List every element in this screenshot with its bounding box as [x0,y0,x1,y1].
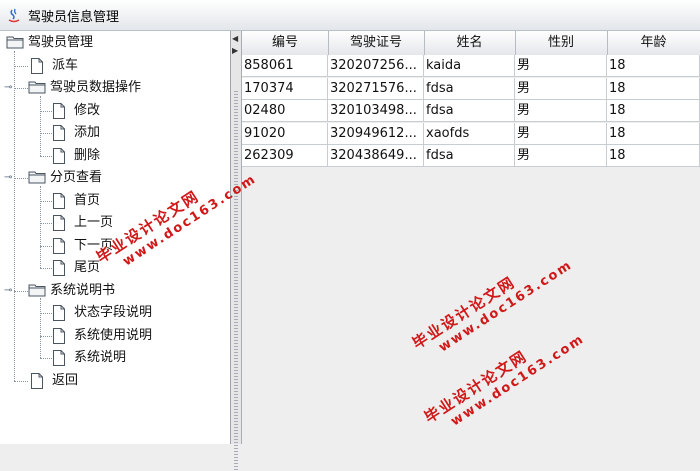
tree-connector-line [40,185,41,268]
document-icon [52,102,66,127]
document-icon [52,237,66,262]
document-icon [52,305,66,329]
tree-connector-line [40,313,52,314]
tree-item-label: 尾页 [74,260,101,275]
table-cell[interactable]: 170374 [242,77,328,100]
table-cell[interactable]: 262309 [242,145,328,167]
tree-item-label: 系统说明 [74,350,127,365]
column-header[interactable]: 编号 [242,31,329,55]
split-pane-divider[interactable]: ◀ ▶ [231,31,242,471]
tree-connector-line [40,133,52,134]
title-bar: 驾驶员信息管理 [0,0,700,31]
tree-item-label: 分页查看 [50,170,103,185]
table-cell[interactable]: 320207256... [328,55,424,77]
tree-connector-line [40,268,52,269]
tree-item-label: 派车 [52,57,79,73]
table-cell[interactable]: 18 [607,55,700,77]
tree-connector-line [14,380,28,382]
table-cell[interactable]: fdsa [424,145,515,167]
table-cell[interactable]: 男 [515,145,607,167]
table-cell[interactable]: 858061 [242,55,328,77]
tree-connector-line [40,223,52,224]
table-row[interactable]: 91020 320949612... xaofds 男 18 [242,122,700,145]
tree-connector-line [40,155,52,157]
table-cell[interactable]: kaida [424,55,515,77]
window-title: 驾驶员信息管理 [28,10,120,25]
table-cell[interactable]: 320103498... [328,100,424,122]
column-header[interactable]: 性别 [515,31,608,55]
table-row[interactable]: 858061 320207256... kaida 男 18 [242,55,700,77]
table-row[interactable]: 170374 320271576... fdsa 男 18 [242,77,700,100]
column-header[interactable]: 驾驶证号 [328,31,425,55]
collapse-left-arrow-icon[interactable]: ◀ [232,35,238,43]
table-cell[interactable]: 18 [607,122,700,145]
table-cell[interactable]: 男 [515,122,607,145]
table-cell[interactable]: 320438649... [328,145,424,167]
tree-connector-line [40,335,52,337]
table-cell[interactable]: 91020 [242,122,328,145]
table-cell[interactable]: fdsa [424,100,515,122]
tree-connector-line [14,65,28,67]
column-header[interactable]: 姓名 [424,31,516,55]
tree-item-label: 驾驶员数据操作 [50,80,142,95]
tree-item-label: 系统使用说明 [74,327,153,343]
document-icon [30,372,44,397]
tree-item-label: 上一页 [74,215,114,230]
tree-item-label: 系统说明书 [50,282,116,298]
tree-connector-line [40,95,41,156]
document-icon [30,57,44,82]
table-cell[interactable]: 320271576... [328,77,424,100]
tree-connector-line [14,178,28,179]
folder-icon [6,35,24,57]
document-icon [52,327,66,352]
tree-connector-line [40,110,52,112]
tree-connector-line [14,290,28,292]
tree-item-label: 状态字段说明 [74,305,153,320]
table-cell[interactable]: 320949612... [328,122,424,145]
document-icon [52,192,66,217]
table-cell[interactable]: 18 [607,145,700,167]
tree-connector-line [40,245,52,247]
folder-icon [28,170,46,192]
table-cell[interactable]: xaofds [424,122,515,145]
tree-connector-line [40,200,52,202]
expand-right-arrow-icon[interactable]: ▶ [232,47,238,55]
table-header: 编号 驾驶证号 姓名 性别 年龄 [242,31,700,56]
tree-item-label: 删除 [74,147,101,163]
tree-item-label: 修改 [74,102,101,118]
java-app-icon [8,8,20,23]
table-cell[interactable]: 男 [515,100,607,122]
folder-icon [28,80,46,102]
table-cell[interactable]: 男 [515,55,607,77]
tree-item-label: 添加 [74,125,101,140]
column-header[interactable]: 年龄 [607,31,700,55]
folder-icon [28,283,46,305]
tree-item-label: 返回 [52,372,79,388]
table-cell[interactable]: 男 [515,77,607,100]
tree-connector-line [14,51,15,381]
tree-item-label: 驾驶员管理 [28,35,94,50]
document-icon [52,125,66,149]
table-row[interactable]: 02480 320103498... fdsa 男 18 [242,100,700,122]
table-cell[interactable]: fdsa [424,77,515,100]
tree-item-label: 首页 [74,192,101,208]
tree-connector-line [40,298,41,358]
table-cell[interactable]: 18 [607,77,700,100]
document-icon [52,215,66,239]
table-cell[interactable]: 02480 [242,100,328,122]
tree-connector-line [40,358,52,359]
table-row[interactable]: 262309 320438649... fdsa 男 18 [242,145,700,167]
tree-connector-line [14,88,28,89]
table-cell[interactable]: 18 [607,100,700,122]
divider-grip[interactable] [234,91,238,471]
